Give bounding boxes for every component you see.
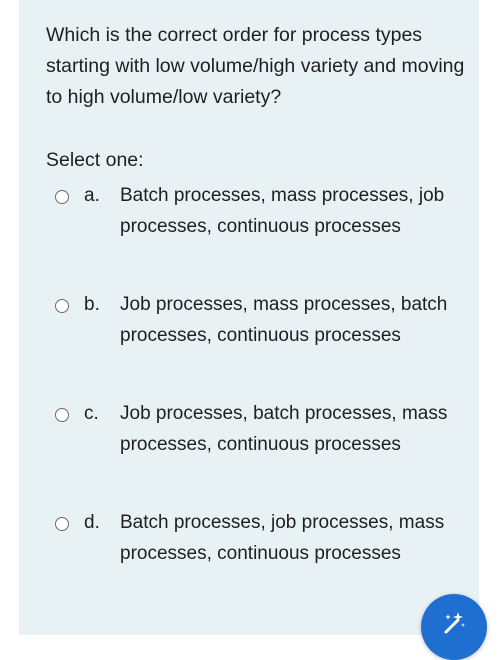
radio-button-b[interactable] — [55, 299, 69, 313]
option-label: Job processes, mass processes, batch pro… — [120, 294, 448, 346]
magic-wand-button[interactable] — [421, 594, 487, 660]
option-label: Batch processes, mass processes, job pro… — [120, 185, 445, 237]
question-card: Which is the correct order for process t… — [19, 0, 479, 635]
radio-button-c[interactable] — [55, 408, 69, 422]
option-letter: c. — [84, 403, 99, 424]
option-label: Batch processes, job processes, mass pro… — [120, 512, 445, 564]
option-letter: a. — [84, 185, 100, 206]
option-letter: d. — [84, 512, 100, 533]
option-letter: b. — [84, 294, 100, 315]
question-text: Which is the correct order for process t… — [46, 24, 465, 108]
radio-button-a[interactable] — [55, 190, 69, 204]
option-label: Job processes, batch processes, mass pro… — [120, 403, 448, 455]
select-one-label: Select one: — [46, 149, 144, 171]
radio-button-d[interactable] — [55, 517, 69, 531]
magic-wand-icon — [444, 612, 465, 634]
